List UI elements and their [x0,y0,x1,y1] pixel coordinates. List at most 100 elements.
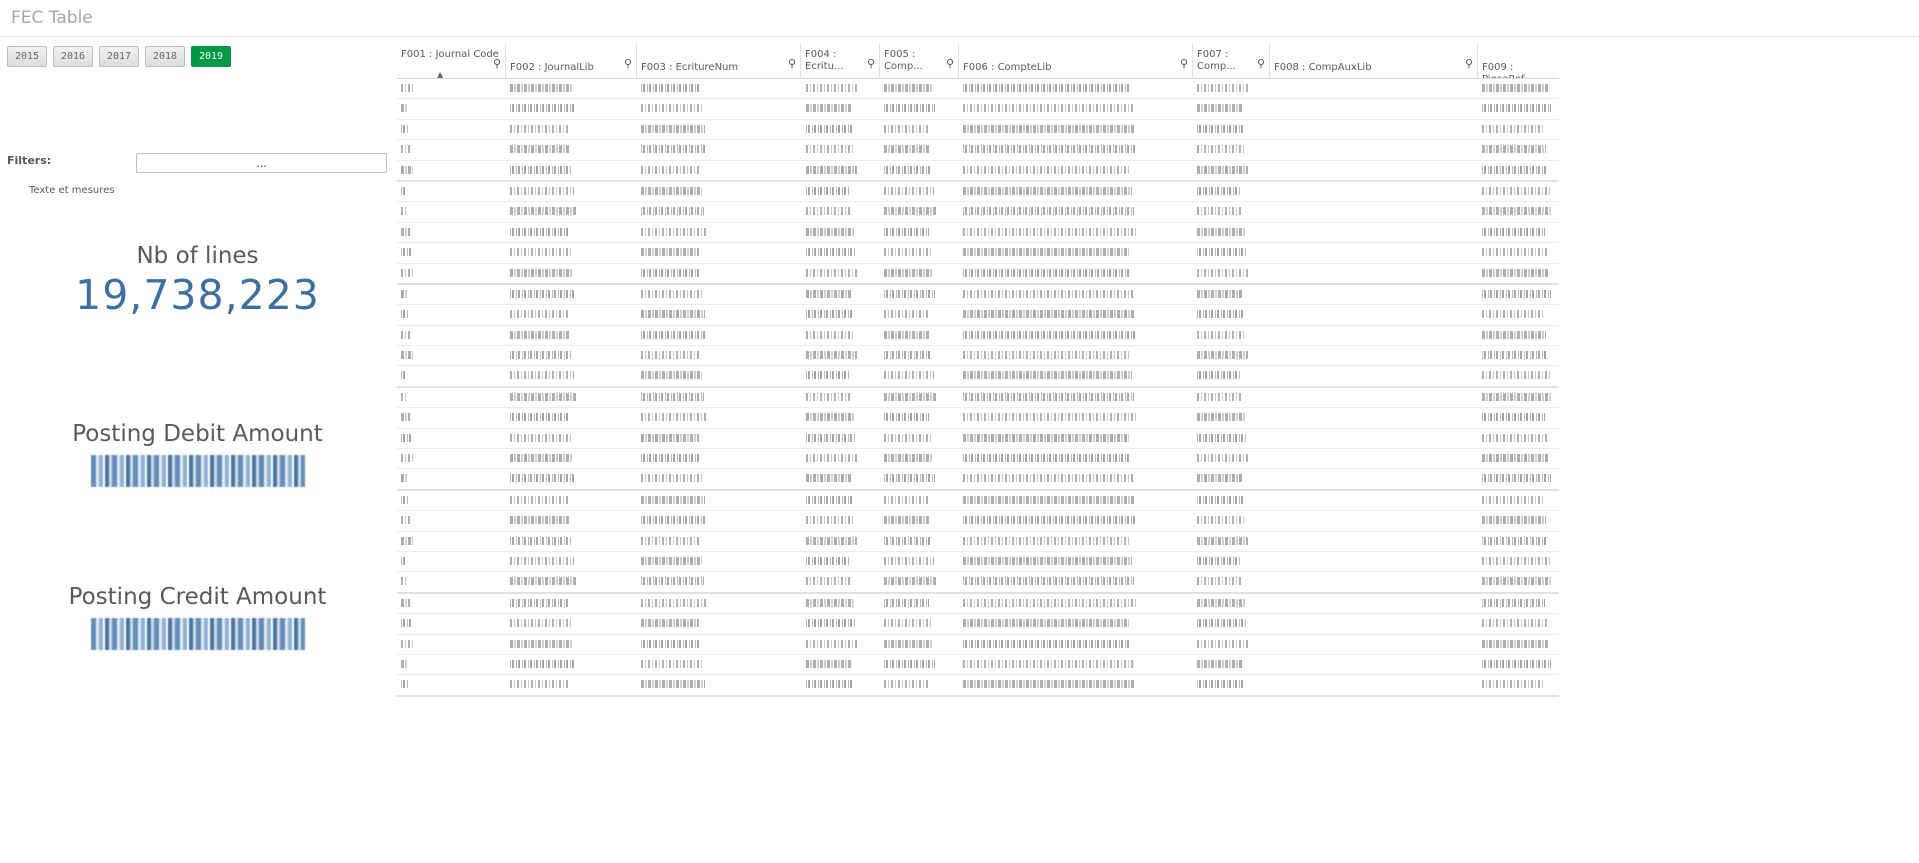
table-row[interactable] [397,469,1559,491]
search-icon[interactable]: ⚲ [1465,58,1473,70]
column-label: F003 : EcritureNum [641,62,739,73]
search-icon[interactable]: ⚲ [946,58,954,70]
table-row[interactable] [397,120,1559,141]
search-icon[interactable]: ⚲ [1180,58,1188,70]
table-cell-obscured [510,433,571,442]
table-row[interactable] [397,285,1559,306]
table-row[interactable] [397,594,1559,615]
table-row[interactable] [397,408,1559,429]
search-icon[interactable]: ⚲ [788,58,796,70]
table-cell-obscured [1482,227,1545,236]
column-header-f005[interactable]: F005 : Comp... ⚲ [880,44,959,78]
table-row[interactable] [397,491,1559,512]
year-button-2017[interactable]: 2017 [99,46,139,67]
year-button-2015[interactable]: 2015 [7,46,47,67]
table-row[interactable] [397,697,1559,699]
column-header-f007[interactable]: F007 : Comp... ⚲ [1193,44,1270,78]
table-cell-obscured [401,248,412,257]
table-row[interactable] [397,429,1559,450]
table-body [397,79,1559,699]
table-cell-obscured [641,536,700,545]
table-cell-obscured [510,454,573,463]
table-row[interactable] [397,161,1559,182]
table-row[interactable] [397,449,1559,470]
year-button-2019[interactable]: 2019 [191,46,231,67]
table-cell-obscured [963,619,1129,628]
sort-ascending-icon[interactable]: ▲ [437,69,443,78]
table-row[interactable] [397,346,1559,367]
table-row[interactable] [397,305,1559,326]
table-cell-obscured [641,104,703,113]
filters-dropdown[interactable]: ... [136,153,387,173]
table-cell-obscured [1482,516,1546,525]
table-row[interactable] [397,140,1559,161]
table-cell-obscured [806,680,853,689]
table-cell-obscured [510,680,568,689]
table-cell-obscured [884,207,936,216]
table-cell-obscured [1482,598,1545,607]
column-header-f006[interactable]: F006 : CompteLib ⚲ [959,44,1193,78]
search-icon[interactable]: ⚲ [1257,58,1265,70]
table-cell-obscured [641,186,702,195]
table-cell-obscured [806,516,855,525]
table-cell-obscured [963,186,1132,195]
table-cell-obscured [1197,227,1245,236]
table-row[interactable] [397,79,1559,100]
table-row[interactable] [397,326,1559,347]
table-row[interactable] [397,675,1559,697]
column-header-f002[interactable]: F002 : JournalLib ⚲ [506,44,637,78]
table-row[interactable] [397,223,1559,244]
table-cell-obscured [510,516,570,525]
search-icon[interactable]: ⚲ [493,58,501,70]
table-row[interactable] [397,182,1559,203]
table-cell-obscured [963,207,1134,216]
table-row[interactable] [397,388,1559,409]
table-cell-obscured [641,556,702,565]
table-cell-obscured [806,536,857,545]
year-button-2016[interactable]: 2016 [53,46,93,67]
table-cell-obscured [510,351,572,360]
column-header-f001[interactable]: F001 : Journal Code ▲ ⚲ [397,44,506,78]
table-cell-obscured [1197,659,1242,668]
table-cell-obscured [510,186,574,195]
table-cell-obscured [884,639,933,648]
table-cell-obscured [1197,598,1245,607]
table-cell-obscured [1197,371,1241,380]
table-row[interactable] [397,532,1559,552]
search-icon[interactable]: ⚲ [624,58,632,70]
table-cell-obscured [641,227,706,236]
table-row[interactable] [397,655,1559,676]
table-row[interactable] [397,99,1559,120]
search-icon[interactable]: ⚲ [867,58,875,70]
column-header-f003[interactable]: F003 : EcritureNum ⚲ [637,44,801,78]
table-cell-obscured [806,454,858,463]
table-cell-obscured [963,598,1136,607]
table-row[interactable] [397,243,1559,264]
column-header-f008[interactable]: F008 : CompAuxLib ⚲ [1270,44,1478,78]
table-cell-obscured [510,310,568,319]
table-cell-obscured [1197,145,1246,154]
table-cell-obscured [641,413,706,422]
table-row[interactable] [397,202,1559,223]
table-cell-obscured [1197,165,1248,174]
table-row[interactable] [397,572,1559,594]
table-row[interactable] [397,614,1559,635]
table-cell-obscured [1482,330,1546,339]
column-header-f004[interactable]: F004 : Ecritu... ⚲ [801,44,880,78]
table-row[interactable] [397,264,1559,285]
table-cell-obscured [401,330,411,339]
column-header-f009[interactable]: F009 : PieceRef [1478,44,1559,78]
year-button-2018[interactable]: 2018 [145,46,185,67]
table-cell-obscured [806,619,856,628]
table-row[interactable] [397,366,1559,388]
column-label: F002 : JournalLib [510,62,594,73]
table-cell-obscured [1197,124,1244,133]
table-row[interactable] [397,511,1559,532]
table-row[interactable] [397,635,1559,655]
table-cell-obscured [963,165,1130,174]
table-row[interactable] [397,552,1559,573]
table-cell-obscured [1482,577,1552,586]
table-cell-obscured [963,124,1135,133]
table-cell-obscured [1197,351,1248,360]
kpi-title: Posting Debit Amount [72,421,323,447]
